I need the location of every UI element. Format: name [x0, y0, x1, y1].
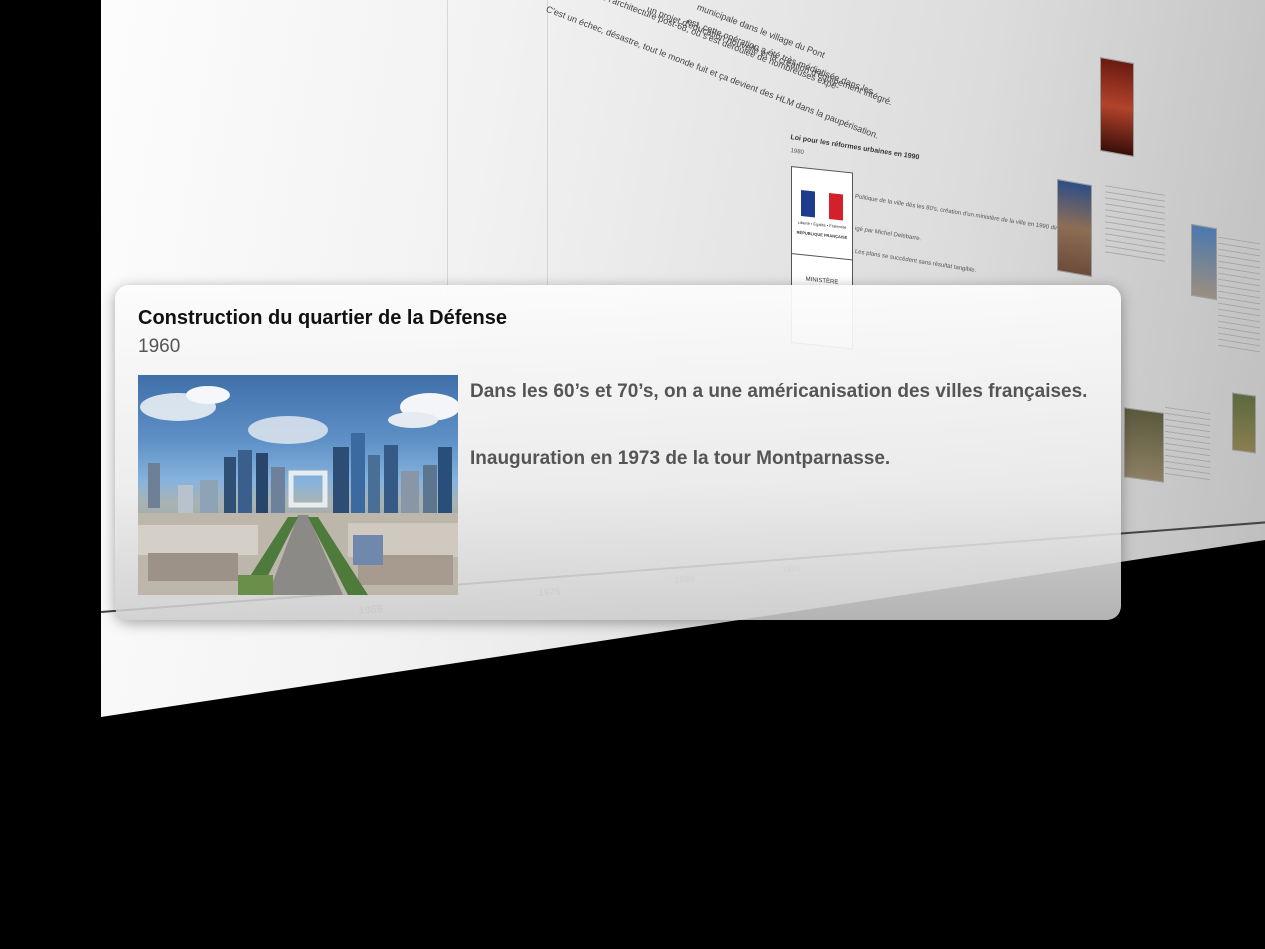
popup-paragraph: Inauguration en 1973 de la tour Montparn…: [470, 448, 891, 469]
bg-event-line: igé par Michel Delebarre.: [854, 225, 922, 243]
event-photo: [138, 375, 458, 595]
city-skyline-image: [138, 386, 458, 595]
bg-thumbnail: [1100, 57, 1134, 157]
event-detail-popup[interactable]: Construction du quartier de la Défense 1…: [115, 285, 1121, 620]
popup-paragraph: Dans les 60’s et 70’s, on a une américan…: [470, 381, 1088, 402]
bg-event-line: Les plans se succèdent sans résultat tan…: [854, 248, 977, 275]
bg-thumbnail: [1124, 407, 1164, 483]
bg-text-block: [1105, 185, 1165, 265]
popup-title: Construction du quartier de la Défense: [138, 307, 507, 329]
column-divider: [447, 0, 448, 300]
bg-thumbnail: [1232, 392, 1256, 454]
bg-thumbnail: [1191, 223, 1217, 301]
emblem-republic: RÉPUBLIQUE FRANÇAISE: [796, 229, 848, 240]
bg-event-year: 1980: [790, 148, 805, 157]
bg-event-title: Loi pour les réformes urbaines en 1990: [789, 134, 920, 162]
bg-thumbnail: [1057, 178, 1092, 278]
bg-text-block: [1218, 236, 1260, 354]
bg-text-block: [1165, 406, 1210, 484]
popup-year: 1960: [138, 336, 181, 357]
emblem-motto: Liberté • Égalité • Fraternité: [797, 219, 847, 230]
column-divider: [547, 0, 548, 300]
emblem-divider: [792, 253, 852, 261]
french-flag-icon: [801, 190, 843, 221]
